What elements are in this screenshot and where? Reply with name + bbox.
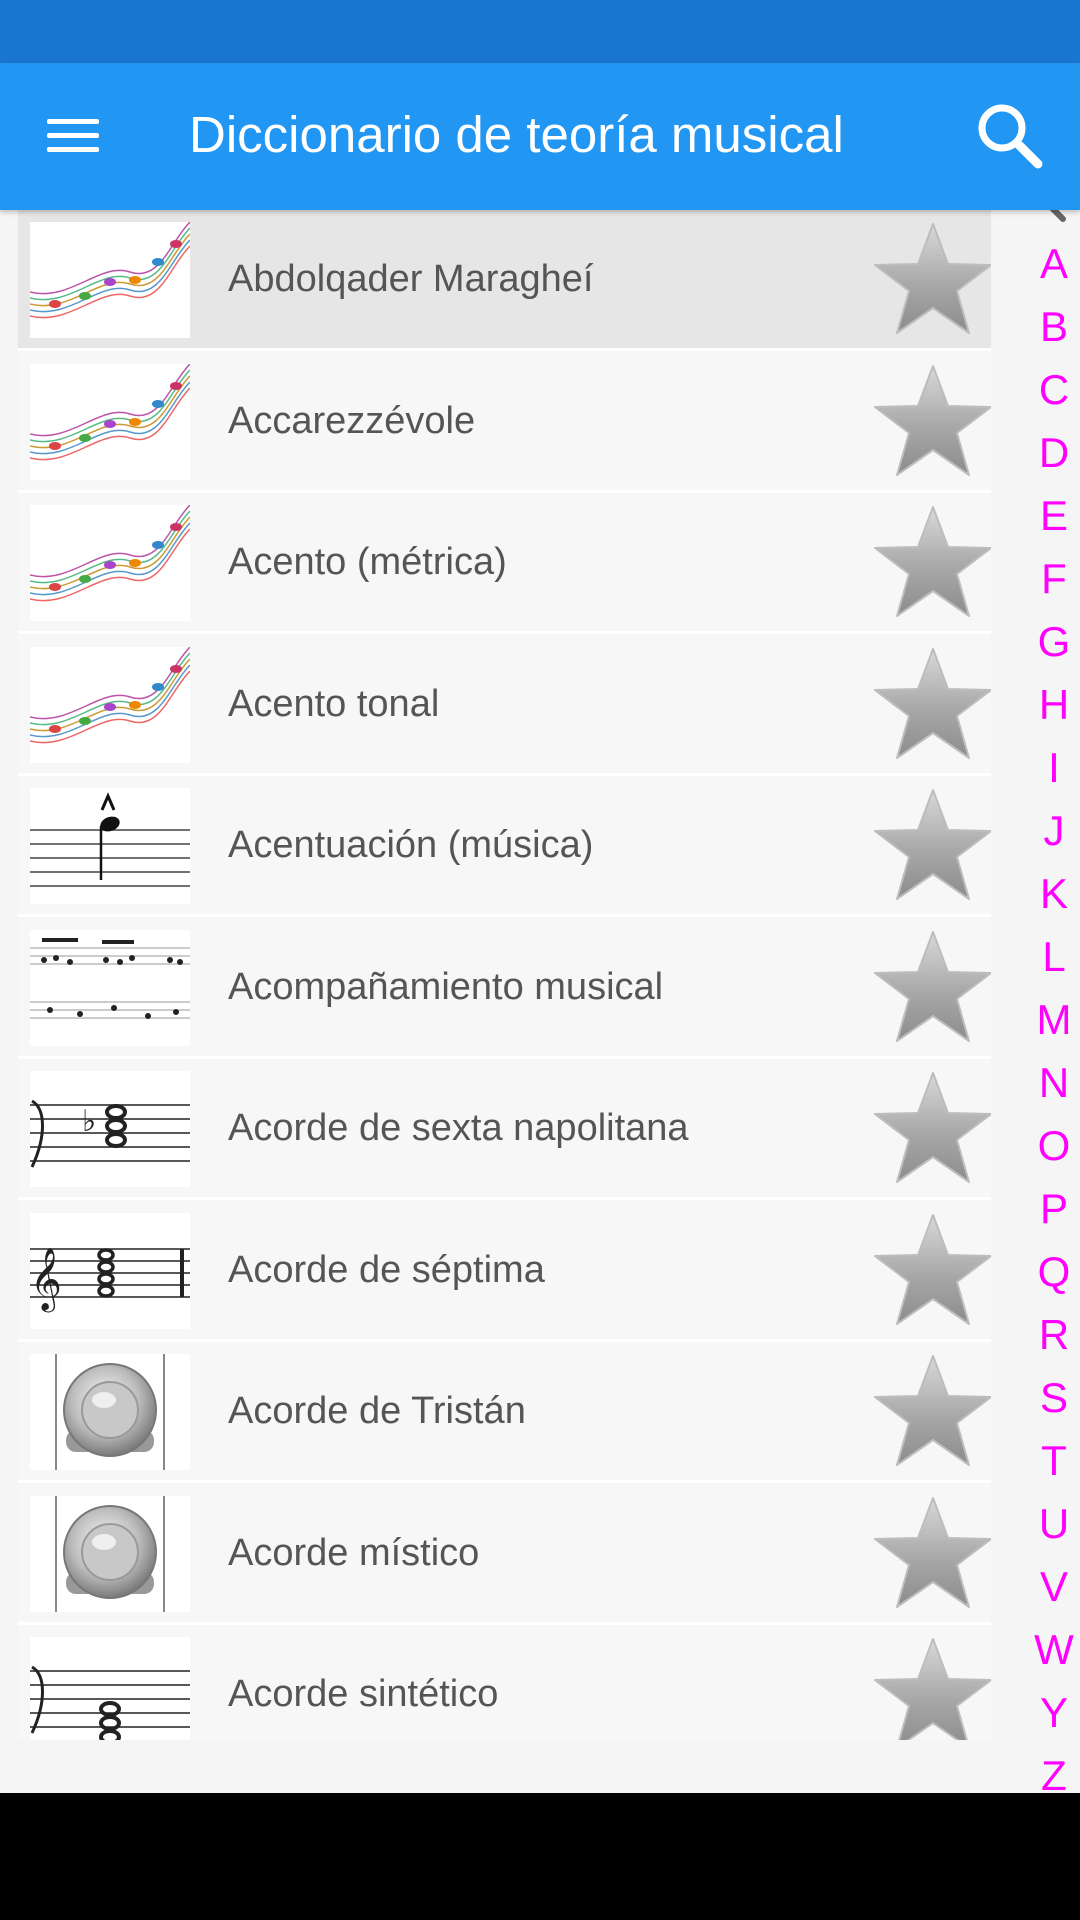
favorite-star-icon[interactable] bbox=[870, 218, 991, 344]
index-letter[interactable]: T bbox=[1028, 1429, 1080, 1492]
index-letter[interactable]: G bbox=[1028, 610, 1080, 673]
index-letter[interactable]: V bbox=[1028, 1555, 1080, 1618]
entry-label: Acorde de séptima bbox=[228, 1248, 545, 1291]
list-item[interactable]: Acompañamiento musical bbox=[18, 917, 991, 1059]
list-item[interactable]: 𝄞 Acorde de séptima bbox=[18, 1200, 991, 1342]
entry-thumbnail bbox=[30, 505, 190, 621]
app-bar: Diccionario de teoría musical bbox=[0, 63, 1080, 210]
index-letter[interactable]: C bbox=[1028, 358, 1080, 421]
entry-label: Acorde sintético bbox=[228, 1673, 499, 1715]
page-title: Diccionario de teoría musical bbox=[189, 106, 844, 163]
index-letter[interactable]: E bbox=[1028, 484, 1080, 547]
entry-label: Acorde de sexta napolitana bbox=[228, 1107, 689, 1149]
list-item[interactable]: ♭ Acorde de sexta napolitana bbox=[18, 1059, 991, 1200]
entry-label: Acento (métrica) bbox=[228, 541, 507, 583]
index-letter[interactable]: A bbox=[1028, 232, 1080, 295]
entry-label: Abdolqader Maragheí bbox=[228, 258, 594, 300]
entry-label: Acorde de Tristán bbox=[228, 1390, 526, 1432]
content-area: Abdolqader Maragheí Accarezzévole Acento… bbox=[0, 210, 1080, 1793]
favorite-star-icon[interactable] bbox=[870, 1350, 991, 1476]
entry-label: Acentuación (música) bbox=[228, 824, 594, 866]
entry-thumbnail: ♭ bbox=[30, 1071, 190, 1187]
index-letter[interactable]: N bbox=[1028, 1051, 1080, 1114]
svg-text:♭: ♭ bbox=[82, 1104, 96, 1139]
entry-thumbnail bbox=[30, 1354, 190, 1470]
list-item[interactable]: Acento (métrica) bbox=[18, 493, 991, 634]
entry-thumbnail bbox=[30, 222, 190, 338]
favorite-star-icon[interactable] bbox=[870, 1067, 991, 1193]
entry-label: Acorde místico bbox=[228, 1531, 480, 1574]
index-letter[interactable]: K bbox=[1028, 862, 1080, 925]
entry-thumbnail bbox=[30, 1495, 190, 1612]
list-item[interactable]: Acorde de Tristán bbox=[18, 1342, 991, 1483]
favorite-star-icon[interactable] bbox=[870, 784, 991, 910]
entry-label: Acompañamiento musical bbox=[228, 965, 664, 1008]
list-item[interactable]: Acento tonal bbox=[18, 634, 991, 776]
list-item[interactable]: Abdolqader Maragheí bbox=[18, 210, 991, 351]
entry-thumbnail bbox=[30, 646, 190, 763]
index-letter[interactable]: I bbox=[1028, 736, 1080, 799]
list-item[interactable]: Acorde místico bbox=[18, 1483, 991, 1625]
svg-text:𝄞: 𝄞 bbox=[30, 1247, 62, 1313]
entry-thumbnail bbox=[30, 929, 190, 1046]
favorite-star-icon[interactable] bbox=[870, 501, 991, 627]
index-letter[interactable]: F bbox=[1028, 547, 1080, 610]
index-letter[interactable]: P bbox=[1028, 1177, 1080, 1240]
search-button[interactable] bbox=[970, 96, 1050, 176]
list-item[interactable]: Accarezzévole bbox=[18, 351, 991, 493]
alphabet-index[interactable]: ABCDEFGHIJKLMNOPQRSTUVWYZ bbox=[1028, 232, 1080, 1807]
entry-thumbnail bbox=[30, 363, 190, 480]
favorite-star-icon[interactable] bbox=[870, 1633, 991, 1740]
favorite-star-icon[interactable] bbox=[870, 926, 991, 1052]
index-letter[interactable]: L bbox=[1028, 925, 1080, 988]
entry-thumbnail bbox=[30, 788, 190, 904]
list-item[interactable]: Acentuación (música) bbox=[18, 776, 991, 917]
favorite-star-icon[interactable] bbox=[870, 1209, 991, 1335]
index-letter[interactable]: Q bbox=[1028, 1240, 1080, 1303]
navigation-bar bbox=[0, 1793, 1080, 1920]
index-letter[interactable]: M bbox=[1028, 988, 1080, 1051]
index-letter[interactable]: Y bbox=[1028, 1681, 1080, 1744]
favorite-star-icon[interactable] bbox=[870, 1492, 991, 1618]
index-letter[interactable]: H bbox=[1028, 673, 1080, 736]
entry-thumbnail bbox=[30, 1637, 190, 1740]
index-letter[interactable]: D bbox=[1028, 421, 1080, 484]
index-letter[interactable]: S bbox=[1028, 1366, 1080, 1429]
entry-label: Accarezzévole bbox=[228, 399, 476, 442]
favorite-star-icon[interactable] bbox=[870, 360, 991, 486]
entry-thumbnail: 𝄞 bbox=[30, 1212, 190, 1329]
index-letter[interactable]: U bbox=[1028, 1492, 1080, 1555]
menu-button[interactable] bbox=[28, 101, 118, 171]
search-icon bbox=[978, 104, 1043, 169]
index-letter[interactable]: J bbox=[1028, 799, 1080, 862]
entry-list[interactable]: Abdolqader Maragheí Accarezzévole Acento… bbox=[18, 210, 991, 1740]
index-letter[interactable]: W bbox=[1028, 1618, 1080, 1681]
index-letter[interactable]: O bbox=[1028, 1114, 1080, 1177]
entry-label: Acento tonal bbox=[228, 682, 440, 725]
list-item[interactable]: Acorde sintético bbox=[18, 1625, 991, 1740]
status-bar bbox=[0, 0, 1080, 63]
favorite-star-icon[interactable] bbox=[870, 643, 991, 769]
index-letter[interactable]: B bbox=[1028, 295, 1080, 358]
index-letter[interactable]: R bbox=[1028, 1303, 1080, 1366]
